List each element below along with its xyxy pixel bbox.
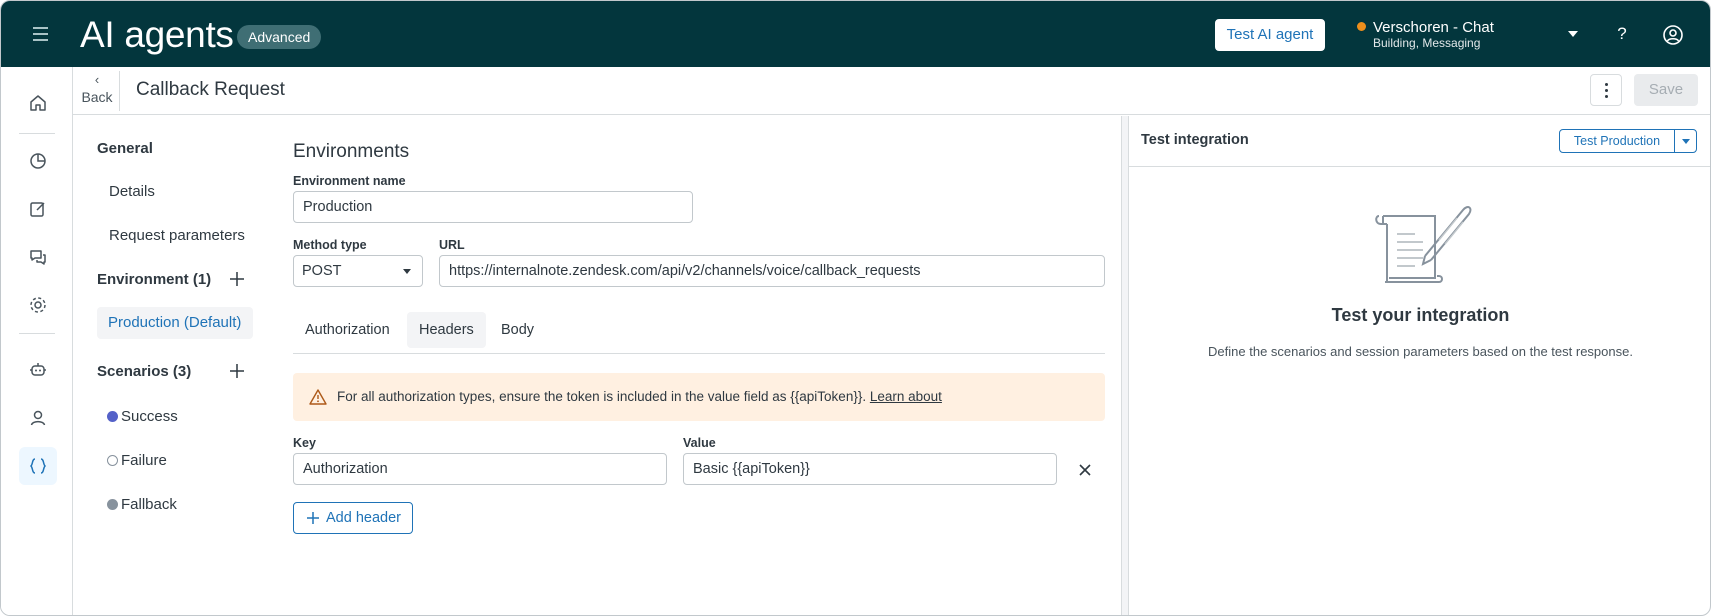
menu-icon[interactable]: [27, 23, 53, 45]
scroll-quill-icon: [1375, 206, 1472, 283]
sidebar-item-production[interactable]: Production (Default): [97, 307, 253, 339]
split-divider: [1674, 130, 1675, 152]
sidebar-item-details[interactable]: Details: [109, 183, 155, 200]
environment-name-label: Environment name: [293, 174, 406, 188]
method-type-label: Method type: [293, 238, 367, 252]
token-notice: For all authorization types, ensure the …: [293, 373, 1105, 421]
test-production-label[interactable]: Test Production: [1560, 130, 1674, 152]
sidebar-heading-environment: Environment (1): [97, 271, 212, 288]
sidebar-item-fallback[interactable]: Fallback: [107, 496, 177, 513]
workspace-name[interactable]: Verschoren - Chat: [1373, 19, 1494, 36]
panel-resize-handle[interactable]: [1121, 116, 1129, 615]
sidebar-heading-scenarios: Scenarios (3): [97, 363, 192, 380]
request-tabs: Authorization Headers Body: [293, 312, 1105, 354]
plan-badge: Advanced: [237, 25, 322, 49]
user-icon[interactable]: [19, 399, 57, 437]
url-label: URL: [439, 238, 465, 252]
add-environment-icon[interactable]: [228, 270, 246, 288]
workspace-channels: Building, Messaging: [1373, 36, 1481, 50]
learn-about-link[interactable]: Learn about: [870, 389, 942, 404]
help-icon[interactable]: ?: [1611, 23, 1633, 45]
sidebar-item-request-parameters[interactable]: Request parameters: [109, 227, 245, 244]
tab-authorization[interactable]: Authorization: [293, 312, 402, 348]
settings-icon[interactable]: [19, 286, 57, 324]
more-options-icon[interactable]: [1590, 74, 1622, 106]
left-nav: [1, 67, 73, 615]
top-bar: AI agents Advanced Test AI agent Verscho…: [1, 1, 1710, 67]
chevron-left-icon: ‹: [94, 72, 100, 87]
warning-icon: [309, 389, 327, 405]
url-input[interactable]: https://internalnote.zendesk.com/api/v2/…: [439, 255, 1105, 287]
section-title: Environments: [293, 141, 410, 162]
page-header: ‹ Back Callback Request Save: [73, 67, 1710, 115]
tab-body[interactable]: Body: [489, 312, 546, 348]
edit-icon[interactable]: [19, 190, 57, 228]
nav-divider: [19, 333, 55, 334]
test-production-button[interactable]: Test Production: [1559, 129, 1697, 153]
bot-icon[interactable]: [19, 351, 57, 389]
add-header-label: Add header: [326, 510, 401, 526]
back-label: Back: [81, 89, 113, 105]
header-key-input[interactable]: Authorization: [293, 453, 667, 485]
save-button[interactable]: Save: [1634, 74, 1698, 106]
failure-dot-icon: [107, 455, 118, 466]
value-label: Value: [683, 436, 716, 450]
scenario-label: Failure: [121, 452, 167, 469]
notice-text: For all authorization types, ensure the …: [337, 389, 867, 404]
empty-state-description: Define the scenarios and session paramet…: [1208, 344, 1633, 359]
header-divider: [119, 71, 120, 111]
add-header-button[interactable]: Add header: [293, 502, 413, 534]
test-ai-agent-button[interactable]: Test AI agent: [1215, 19, 1325, 51]
success-dot-icon: [107, 411, 118, 422]
app-title: AI agents: [80, 14, 234, 55]
sidebar-item-failure[interactable]: Failure: [107, 452, 167, 469]
scenario-label: Fallback: [121, 496, 177, 513]
add-scenario-icon[interactable]: [228, 362, 246, 380]
nav-divider: [19, 133, 55, 134]
header-value-input[interactable]: Basic {{apiToken}}: [683, 453, 1057, 485]
plus-icon: [307, 512, 319, 524]
back-button[interactable]: ‹ Back: [77, 72, 117, 106]
reporting-icon[interactable]: [19, 142, 57, 180]
page-title: Callback Request: [136, 79, 285, 100]
empty-state-title: Test your integration: [1331, 305, 1510, 325]
method-type-value: POST: [302, 263, 342, 279]
scenario-label: Success: [121, 408, 178, 425]
sidebar-item-success[interactable]: Success: [107, 408, 178, 425]
workspace-dropdown-icon[interactable]: [1568, 31, 1578, 37]
tab-headers[interactable]: Headers: [407, 312, 486, 348]
chevron-down-icon[interactable]: [1682, 139, 1690, 144]
key-label: Key: [293, 436, 316, 450]
sidebar-heading-general: General: [97, 140, 153, 157]
workspace-status-dot: [1357, 22, 1366, 31]
chevron-down-icon: [403, 269, 411, 274]
environment-name-input[interactable]: Production: [293, 191, 693, 223]
panel-title: Test integration: [1141, 132, 1249, 148]
panel-header: Test integration Test Production: [1129, 116, 1710, 167]
conversations-icon[interactable]: [19, 238, 57, 276]
test-integration-panel: Test integration Test Production Test yo…: [1129, 116, 1710, 615]
app-window: AI agents Advanced Test AI agent Verscho…: [0, 0, 1711, 616]
home-icon[interactable]: [19, 84, 57, 122]
integrations-icon[interactable]: [19, 447, 57, 485]
profile-icon[interactable]: [1662, 24, 1684, 46]
fallback-dot-icon: [107, 499, 118, 510]
method-type-select[interactable]: POST: [293, 255, 423, 287]
close-icon[interactable]: [1075, 460, 1095, 480]
